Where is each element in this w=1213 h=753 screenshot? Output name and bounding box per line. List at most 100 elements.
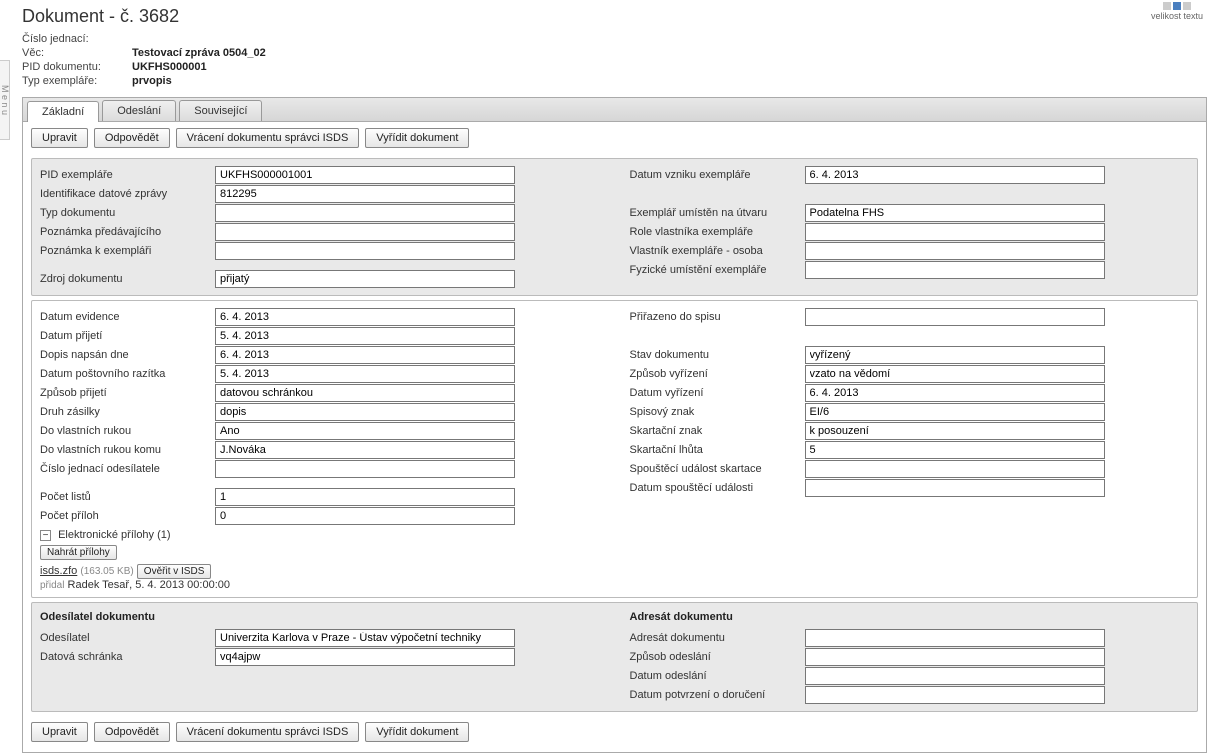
lbl-dspu: Datum spouštěcí události (630, 482, 805, 494)
lbl-ds: Datová schránka (40, 651, 215, 663)
lbl-sz: Spisový znak (630, 406, 805, 418)
page-title: Dokument - č. 3682 (22, 6, 1207, 27)
odpovedet-button[interactable]: Odpovědět (94, 128, 170, 148)
input-spis[interactable] (805, 308, 1105, 326)
input-spu[interactable] (805, 460, 1105, 478)
input-role[interactable] (805, 223, 1105, 241)
menu-handle[interactable]: M e n u (0, 60, 10, 140)
panel-evidence: Datum evidence Datum přijetí Dopis napsá… (31, 300, 1198, 598)
input-dspu[interactable] (805, 479, 1105, 497)
lbl-utvar: Exemplář umístěn na útvaru (630, 207, 805, 219)
lbl-role: Role vlastníka exempláře (630, 226, 805, 238)
hdr-cj-label: Číslo jednací: (22, 33, 132, 45)
vraceni-button[interactable]: Vrácení dokumentu správci ISDS (176, 128, 360, 148)
input-typd[interactable] (215, 204, 515, 222)
input-pp[interactable] (215, 507, 515, 525)
lbl-dpr: Datum přijetí (40, 330, 215, 342)
lbl-dvy: Datum vyřízení (630, 387, 805, 399)
lbl-zo: Způsob odeslání (630, 651, 805, 663)
input-dnap[interactable] (215, 346, 515, 364)
lbl-zdroj: Zdroj dokumentu (40, 273, 215, 285)
text-size-control[interactable]: velikost textu (1151, 2, 1203, 21)
hdr-typ-value: prvopis (132, 75, 1207, 87)
lbl-pp: Počet příloh (40, 510, 215, 522)
input-stav[interactable] (805, 346, 1105, 364)
input-zvy[interactable] (805, 365, 1105, 383)
input-dvy[interactable] (805, 384, 1105, 402)
upravit-button[interactable]: Upravit (31, 128, 88, 148)
lbl-cjo: Číslo jednací odesílatele (40, 463, 215, 475)
tab-souvisejici[interactable]: Související (179, 100, 262, 121)
input-od[interactable] (215, 629, 515, 647)
input-zdroj[interactable] (215, 270, 515, 288)
input-fyz[interactable] (805, 261, 1105, 279)
lbl-dev: Datum evidence (40, 311, 215, 323)
input-dvrk[interactable] (215, 441, 515, 459)
lbl-stav: Stav dokumentu (630, 349, 805, 361)
input-idz[interactable] (215, 185, 515, 203)
input-dev[interactable] (215, 308, 515, 326)
lbl-idz: Identifikace datové zprávy (40, 188, 215, 200)
lbl-druh: Druh zásilky (40, 406, 215, 418)
text-size-small[interactable] (1163, 2, 1171, 10)
input-vlast[interactable] (805, 242, 1105, 260)
header-summary: Číslo jednací: Věc: Testovací zpráva 050… (22, 33, 1207, 87)
odpovedet-button-bottom[interactable]: Odpovědět (94, 722, 170, 742)
lbl-do: Datum odeslání (630, 670, 805, 682)
overit-isds-button[interactable]: Ověřit v ISDS (137, 564, 212, 579)
lbl-spis: Přiřazeno do spisu (630, 311, 805, 323)
input-ad[interactable] (805, 629, 1105, 647)
lbl-dvz: Datum vzniku exempláře (630, 169, 805, 181)
attachment-size: (163.05 KB) (80, 566, 133, 577)
input-zpr[interactable] (215, 384, 515, 402)
lbl-pl: Počet listů (40, 491, 215, 503)
input-pidex[interactable] (215, 166, 515, 184)
attachments-toggle[interactable]: − (40, 530, 51, 541)
lbl-fyz: Fyzické umístění exempláře (630, 264, 805, 276)
input-pl[interactable] (215, 488, 515, 506)
text-size-label: velikost textu (1151, 11, 1203, 21)
vyridit-button[interactable]: Vyřídit dokument (365, 128, 469, 148)
input-dpr[interactable] (215, 327, 515, 345)
input-draz[interactable] (215, 365, 515, 383)
lbl-od: Odesílatel (40, 632, 215, 644)
panel-sender-recipient: Odesílatel dokumentu Odesílatel Datová s… (31, 602, 1198, 712)
hdr-pid-value: UKFHS000001 (132, 61, 1207, 73)
hdr-typ-label: Typ exempláře: (22, 75, 132, 87)
vraceni-button-bottom[interactable]: Vrácení dokumentu správci ISDS (176, 722, 360, 742)
hdr-cj-value (132, 33, 1207, 45)
lbl-pozp: Poznámka předávajícího (40, 226, 215, 238)
input-druh[interactable] (215, 403, 515, 421)
vyridit-button-bottom[interactable]: Vyřídit dokument (365, 722, 469, 742)
attachments-title: Elektronické přílohy (1) (58, 529, 171, 541)
text-size-medium[interactable] (1173, 2, 1181, 10)
input-skz[interactable] (805, 422, 1105, 440)
input-skl[interactable] (805, 441, 1105, 459)
input-utvar[interactable] (805, 204, 1105, 222)
input-do[interactable] (805, 667, 1105, 685)
input-poze[interactable] (215, 242, 515, 260)
recipient-heading: Adresát dokumentu (630, 611, 1190, 623)
input-dvr[interactable] (215, 422, 515, 440)
input-sz[interactable] (805, 403, 1105, 421)
input-zo[interactable] (805, 648, 1105, 666)
input-dp[interactable] (805, 686, 1105, 704)
tab-zakladni[interactable]: Základní (27, 101, 99, 122)
tab-odeslani[interactable]: Odeslání (102, 100, 176, 121)
input-pozp[interactable] (215, 223, 515, 241)
attachment-file-link[interactable]: isds.zfo (40, 565, 77, 577)
lbl-typd: Typ dokumentu (40, 207, 215, 219)
hdr-vec-label: Věc: (22, 47, 132, 59)
hdr-pid-label: PID dokumentu: (22, 61, 132, 73)
input-cjo[interactable] (215, 460, 515, 478)
lbl-dvr: Do vlastních rukou (40, 425, 215, 437)
lbl-poze: Poznámka k exempláři (40, 245, 215, 257)
input-dvz[interactable] (805, 166, 1105, 184)
input-ds[interactable] (215, 648, 515, 666)
nahrat-prilohy-button[interactable]: Nahrát přílohy (40, 545, 117, 560)
upravit-button-bottom[interactable]: Upravit (31, 722, 88, 742)
attachment-added-text: Radek Tesař, 5. 4. 2013 00:00:00 (68, 579, 230, 591)
lbl-dp: Datum potvrzení o doručení (630, 689, 805, 701)
lbl-vlast: Vlastník exempláře - osoba (630, 245, 805, 257)
text-size-large[interactable] (1183, 2, 1191, 10)
